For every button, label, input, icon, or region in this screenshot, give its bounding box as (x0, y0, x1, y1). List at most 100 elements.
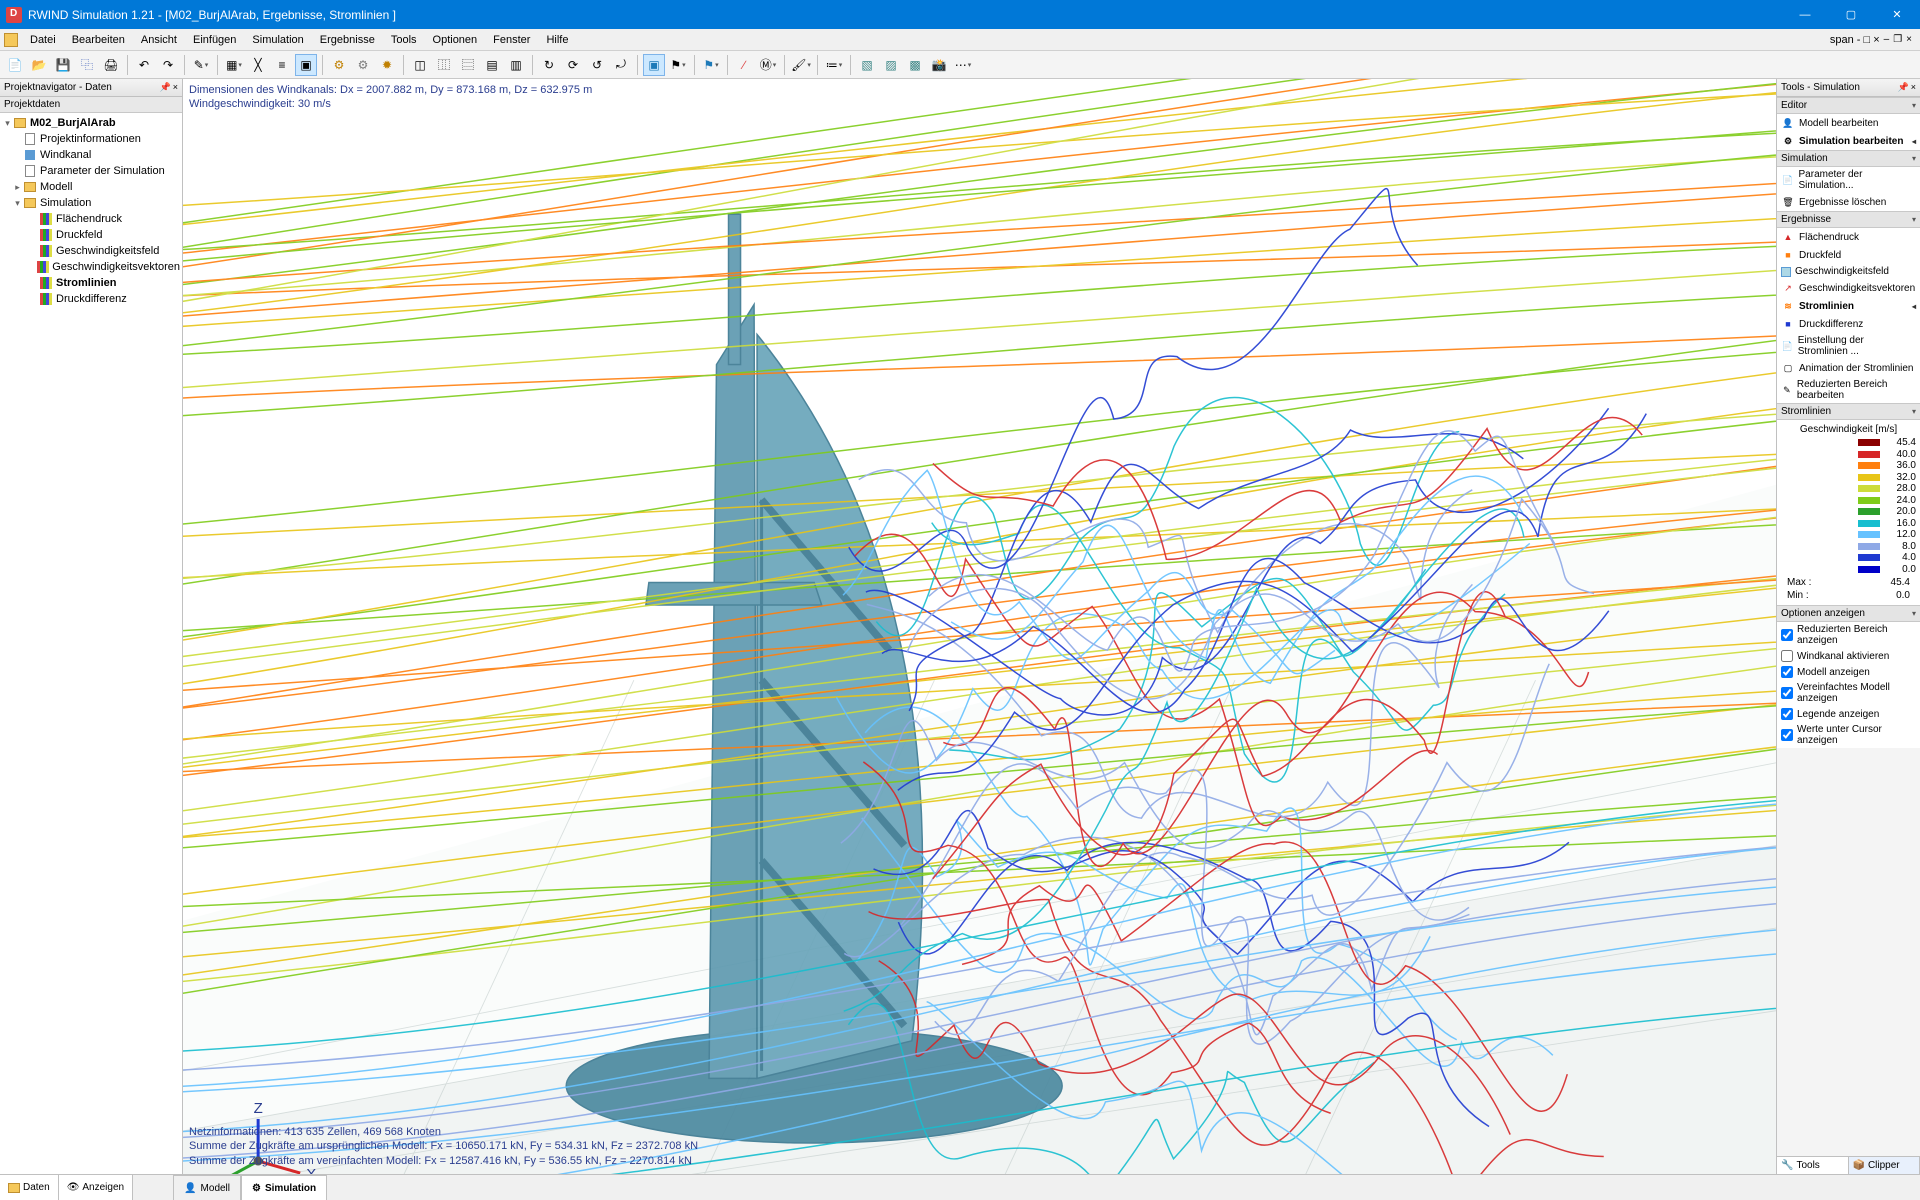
item-animation-stromlinien[interactable]: ▢Animation der Stromlinien (1777, 359, 1920, 377)
menu-hilfe[interactable]: Hilfe (538, 32, 576, 48)
refresh1-icon[interactable]: ↻ (538, 54, 560, 76)
pin-icon[interactable]: 📌 (1898, 82, 1909, 93)
close-button[interactable]: ✕ (1874, 0, 1920, 29)
item-geschwindigkeitsfeld[interactable]: Geschwindigkeitsfeld (1777, 264, 1920, 279)
tree-projektinfo[interactable]: Projektinformationen (40, 133, 141, 145)
view3d-icon[interactable]: ▣ (295, 54, 317, 76)
tree-flaechendruck[interactable]: Flächendruck (56, 213, 122, 225)
option-4[interactable]: Legende anzeigen (1777, 706, 1920, 722)
item-stromlinien[interactable]: ≋Stromlinien◂ (1777, 297, 1920, 315)
tree-geschwindigkeitsvektoren[interactable]: Geschwindigkeitsvektoren (52, 261, 180, 273)
option-2[interactable]: Modell anzeigen (1777, 664, 1920, 680)
open-icon[interactable]: 📂 (28, 54, 50, 76)
option-checkbox[interactable] (1781, 650, 1793, 662)
markup-icon[interactable]: Ⓜ (757, 54, 779, 76)
panel-close-icon[interactable]: × (173, 82, 178, 93)
more-icon[interactable]: ⋯ (952, 54, 974, 76)
saveall-icon[interactable]: ⿻ (76, 54, 98, 76)
opts-icon[interactable]: ≔ (823, 54, 845, 76)
tab-clipper[interactable]: 📦Clipper (1849, 1157, 1920, 1174)
gear3-icon[interactable]: ✹ (376, 54, 398, 76)
menu-ansicht[interactable]: Ansicht (133, 32, 185, 48)
option-1[interactable]: Windkanal aktivieren (1777, 648, 1920, 664)
tree-geschwindigkeitsfeld[interactable]: Geschwindigkeitsfeld (56, 245, 159, 257)
tree-windkanal[interactable]: Windkanal (40, 149, 91, 161)
left-tab-daten[interactable]: Daten (0, 1175, 59, 1200)
menu-datei[interactable]: Datei (22, 32, 64, 48)
menu-simulation[interactable]: Simulation (244, 32, 311, 48)
item-parameter-simulation[interactable]: 📄Parameter der Simulation... (1777, 167, 1920, 193)
item-ergebnisse-loeschen[interactable]: 🗑Ergebnisse löschen (1777, 193, 1920, 211)
tree-simulation[interactable]: Simulation (40, 197, 91, 209)
img1-icon[interactable]: ▧ (856, 54, 878, 76)
mdi-restore[interactable]: ❐ (1893, 34, 1902, 46)
redo-icon[interactable]: ↷ (157, 54, 179, 76)
win3-icon[interactable]: ⿳ (457, 54, 479, 76)
tree-root[interactable]: M02_BurjAlArab (30, 117, 116, 129)
img3-icon[interactable]: ▩ (904, 54, 926, 76)
item-flaechendruck[interactable]: ▲Flächendruck (1777, 228, 1920, 246)
menu-tools[interactable]: Tools (383, 32, 425, 48)
center-tab-modell[interactable]: 👤Modell (173, 1175, 241, 1200)
option-3[interactable]: Vereinfachtes Modell anzeigen (1777, 680, 1920, 706)
align-icon[interactable]: ≡ (271, 54, 293, 76)
mdi-minimize[interactable]: – (1884, 34, 1890, 46)
box-icon[interactable]: ▣ (643, 54, 665, 76)
tree-druckdifferenz[interactable]: Druckdifferenz (56, 293, 127, 305)
item-reduzierten-bereich[interactable]: ✎Reduzierten Bereich bearbeiten (1777, 377, 1920, 403)
option-checkbox[interactable] (1781, 729, 1793, 741)
3d-viewport[interactable]: X Y Z Dimensionen des Windkanals: Dx = 2… (183, 79, 1776, 1174)
option-checkbox[interactable] (1781, 629, 1793, 641)
option-checkbox[interactable] (1781, 687, 1793, 699)
new-icon[interactable]: 📄 (4, 54, 26, 76)
menu-ergebnisse[interactable]: Ergebnisse (312, 32, 383, 48)
menu-bearbeiten[interactable]: Bearbeiten (64, 32, 133, 48)
refresh2-icon[interactable]: ⟳ (562, 54, 584, 76)
pencil-red-icon[interactable]: ∕ (733, 54, 755, 76)
center-tab-simulation[interactable]: ⚙Simulation (241, 1175, 327, 1200)
win5-icon[interactable]: ▥ (505, 54, 527, 76)
menu-fenster[interactable]: Fenster (485, 32, 538, 48)
tree-parameter[interactable]: Parameter der Simulation (40, 165, 165, 177)
project-tree[interactable]: ▾M02_BurjAlArab Projektinformationen Win… (0, 113, 182, 1174)
menu-optionen[interactable]: Optionen (425, 32, 486, 48)
flag2-icon[interactable]: ⚑ (700, 54, 722, 76)
gear2-icon[interactable]: ⚙ (352, 54, 374, 76)
item-simulation-bearbeiten[interactable]: ⚙Simulation bearbeiten◂ (1777, 132, 1920, 150)
win1-icon[interactable]: ◫ (409, 54, 431, 76)
flag1-icon[interactable]: ⚑ (667, 54, 689, 76)
tree-stromlinien[interactable]: Stromlinien (56, 277, 117, 289)
option-checkbox[interactable] (1781, 666, 1793, 678)
win4-icon[interactable]: ▤ (481, 54, 503, 76)
edit-icon[interactable]: ✎ (190, 54, 212, 76)
left-tab-anzeigen[interactable]: 👁Anzeigen (59, 1175, 133, 1200)
brush-icon[interactable]: 🖌 (790, 54, 812, 76)
option-checkbox[interactable] (1781, 708, 1793, 720)
option-5[interactable]: Werte unter Cursor anzeigen (1777, 722, 1920, 748)
refresh4-icon[interactable]: ⤾ (610, 54, 632, 76)
print-icon[interactable]: 🖨 (100, 54, 122, 76)
item-druckfeld[interactable]: ■Druckfeld (1777, 246, 1920, 264)
item-einstellung-stromlinien[interactable]: 📄Einstellung der Stromlinien ... (1777, 333, 1920, 359)
panel-close-icon[interactable]: × (1911, 82, 1916, 93)
pin-icon[interactable]: 📌 (160, 82, 171, 93)
maximize-button[interactable]: ▢ (1828, 0, 1874, 29)
gear1-icon[interactable]: ⚙ (328, 54, 350, 76)
save-icon[interactable]: 💾 (52, 54, 74, 76)
item-geschwindigkeitsvektoren[interactable]: ↗Geschwindigkeitsvektoren (1777, 279, 1920, 297)
menu-einfuegen[interactable]: Einfügen (185, 32, 244, 48)
undo-icon[interactable]: ↶ (133, 54, 155, 76)
tree-modell[interactable]: Modell (40, 181, 72, 193)
option-0[interactable]: Reduzierten Bereich anzeigen (1777, 622, 1920, 648)
item-modell-bearbeiten[interactable]: 👤Modell bearbeiten (1777, 114, 1920, 132)
refresh3-icon[interactable]: ↺ (586, 54, 608, 76)
tree-druckfeld[interactable]: Druckfeld (56, 229, 102, 241)
snapshot-icon[interactable]: 📸 (928, 54, 950, 76)
minimize-button[interactable]: — (1782, 0, 1828, 29)
win2-icon[interactable]: ⿲ (433, 54, 455, 76)
item-druckdifferenz[interactable]: ■Druckdifferenz (1777, 315, 1920, 333)
tab-tools[interactable]: 🔧Tools (1777, 1157, 1849, 1174)
mdi-close[interactable]: × (1906, 34, 1912, 46)
img2-icon[interactable]: ▨ (880, 54, 902, 76)
snap-icon[interactable]: ╳ (247, 54, 269, 76)
